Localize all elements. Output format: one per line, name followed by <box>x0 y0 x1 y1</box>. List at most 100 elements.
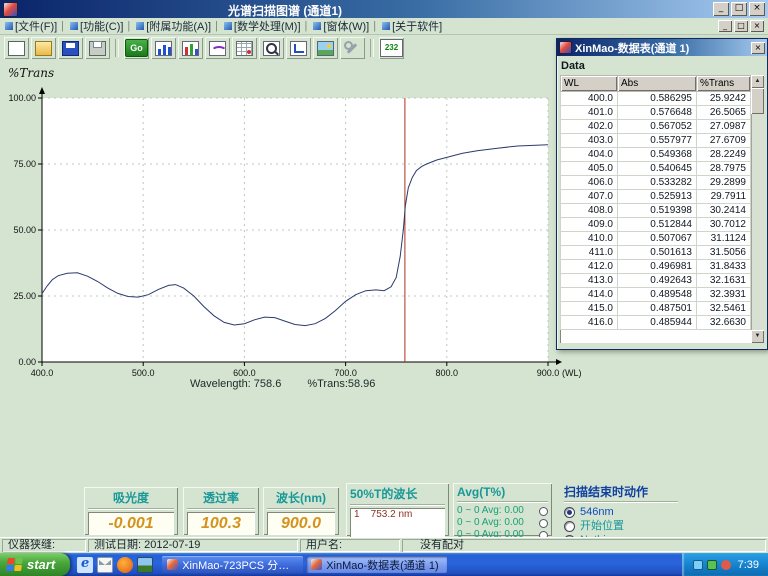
new-document-icon <box>8 41 25 56</box>
toolbar-separator <box>370 39 374 57</box>
mail-icon[interactable] <box>97 557 113 573</box>
table-row[interactable]: 412.00.49698131.8433 <box>561 260 751 274</box>
svg-text:600.0: 600.0 <box>233 368 256 378</box>
table-row[interactable]: 401.00.57664826.5065 <box>561 106 751 120</box>
table-row[interactable]: 416.00.48594432.6630 <box>561 316 751 330</box>
scroll-down-arrow[interactable]: ▼ <box>751 330 764 343</box>
minimize-button[interactable]: _ <box>713 2 729 16</box>
avg-row: 0 ~ 0 Avg: 0.00 <box>457 517 548 529</box>
table-row[interactable]: 414.00.48954832.3931 <box>561 288 751 302</box>
table-row[interactable]: 406.00.53328229.2899 <box>561 176 751 190</box>
print-button[interactable] <box>85 37 110 59</box>
app-icon <box>3 2 18 17</box>
table-row[interactable]: 404.00.54936828.2249 <box>561 148 751 162</box>
svg-text:800.0: 800.0 <box>436 368 459 378</box>
table-row[interactable]: 409.00.51284430.7012 <box>561 218 751 232</box>
antivirus-icon[interactable] <box>707 560 717 570</box>
avg-row: 0 ~ 0 Avg: 0.00 <box>457 505 548 517</box>
end-action-option[interactable]: 546nm <box>564 505 678 519</box>
data-table: WLAbs%Trans 400.00.58629525.9242401.00.5… <box>560 75 751 330</box>
svg-text:0.00: 0.00 <box>18 357 36 367</box>
table-row[interactable]: 410.00.50706731.1124 <box>561 232 751 246</box>
new-file-button[interactable] <box>4 37 29 59</box>
clock: 7:39 <box>738 559 759 571</box>
scrollbar-thumb[interactable] <box>751 88 764 114</box>
save-floppy-icon <box>62 41 79 56</box>
data-grid-icon <box>236 41 253 56</box>
data-grid-button[interactable] <box>232 37 257 59</box>
transmittance-panel: 透过率 100.3 <box>183 487 259 535</box>
avg-radio-icon[interactable] <box>539 507 548 516</box>
menu-item[interactable]: [关于软件] <box>381 18 443 34</box>
data-table-header-row: WLAbs%Trans <box>561 76 751 92</box>
zoom-in-button[interactable] <box>259 37 284 59</box>
table-row[interactable]: 402.00.56705227.0987 <box>561 120 751 134</box>
chart-blue-button[interactable] <box>151 37 176 59</box>
avg-label: Avg(T%) <box>457 485 548 502</box>
open-folder-icon <box>35 41 52 56</box>
scrollbar-track[interactable] <box>751 88 764 330</box>
end-action-label: 扫描结束时动作 <box>564 483 678 502</box>
data-window-titlebar: XinMao-数据表(通道 1) × <box>557 39 767 56</box>
serial-232-button[interactable]: 232 <box>379 37 404 59</box>
table-row[interactable]: 400.00.58629525.9242 <box>561 92 751 106</box>
data-window-close-button[interactable]: × <box>751 42 765 54</box>
svg-text:75.00: 75.00 <box>13 159 36 169</box>
table-row[interactable]: 403.00.55797727.6709 <box>561 134 751 148</box>
table-row[interactable]: 405.00.54064528.7975 <box>561 162 751 176</box>
magnifier-icon <box>263 41 280 56</box>
spectrum-button[interactable] <box>205 37 230 59</box>
svg-text:(WL): (WL) <box>562 368 582 378</box>
radio-icon <box>564 521 575 532</box>
half-t-listbox[interactable]: 1 753.2 nm <box>350 508 445 539</box>
status-bar: 仪器狭缝: 测试日期: 2012-07-19 用户名: 没有配对 <box>0 537 768 553</box>
network-icon[interactable] <box>693 560 703 570</box>
menu-item[interactable]: [数学处理(M)] <box>223 18 312 34</box>
svg-text:25.00: 25.00 <box>13 291 36 301</box>
scroll-up-arrow[interactable]: ▲ <box>751 75 764 88</box>
maximize-button[interactable]: □ <box>731 2 747 16</box>
menu-item[interactable]: [附属功能(A)] <box>135 18 223 34</box>
avg-radio-icon[interactable] <box>539 519 548 528</box>
table-row[interactable]: 407.00.52591329.7911 <box>561 190 751 204</box>
wavelength-panel: 波长(nm) 900.0 <box>263 487 339 535</box>
table-row[interactable]: 413.00.49264332.1631 <box>561 274 751 288</box>
absorbance-panel: 吸光度 -0.001 <box>84 487 178 535</box>
table-row[interactable]: 411.00.50161331.5056 <box>561 246 751 260</box>
taskbar-task[interactable]: XinMao-723PCS 分光... <box>162 556 303 573</box>
taskbar-task[interactable]: XinMao-数据表(通道 1) <box>306 556 447 573</box>
end-action-panel: 扫描结束时动作 546nm开始位置Nothing <box>560 481 682 538</box>
chart-svg[interactable]: 0.0025.0050.0075.00100.00400.0500.0600.0… <box>0 86 640 386</box>
menu-item[interactable]: [功能(C)] <box>69 18 135 34</box>
start-button[interactable]: start <box>0 553 70 576</box>
tools-button[interactable] <box>340 37 365 59</box>
menu-item[interactable]: [窗体(W)] <box>312 18 381 34</box>
mdi-restore-button[interactable]: □ <box>734 20 748 32</box>
mdi-close-button[interactable]: × <box>750 20 764 32</box>
data-table-body: 400.00.58629525.9242401.00.57664826.5065… <box>561 92 751 330</box>
open-file-button[interactable] <box>31 37 56 59</box>
show-desktop-icon[interactable] <box>137 557 153 573</box>
data-table-container: WLAbs%Trans 400.00.58629525.9242401.00.5… <box>560 75 764 343</box>
menu-bar: [文件(F)][功能(C)][附属功能(A)][数学处理(M)][窗体(W)][… <box>0 18 768 35</box>
go-button[interactable]: Go <box>124 37 149 59</box>
axis-scale-icon <box>290 41 307 56</box>
menu-item[interactable]: [文件(F)] <box>4 18 69 34</box>
table-scrollbar[interactable]: ▲ ▼ <box>751 75 764 343</box>
end-action-option[interactable]: 开始位置 <box>564 519 678 533</box>
close-button[interactable]: × <box>749 2 765 16</box>
internet-explorer-icon[interactable] <box>77 557 93 573</box>
mdi-minimize-button[interactable]: _ <box>718 20 732 32</box>
volume-icon[interactable] <box>721 560 731 570</box>
menu-bar-items: [文件(F)][功能(C)][附属功能(A)][数学处理(M)][窗体(W)][… <box>4 18 443 34</box>
svg-text:700.0: 700.0 <box>334 368 357 378</box>
media-player-icon[interactable] <box>117 557 133 573</box>
table-row[interactable]: 408.00.51939830.2414 <box>561 204 751 218</box>
cursor-wavelength-label: Wavelength: 758.6 <box>190 378 281 390</box>
spectrum-curve-icon <box>209 41 226 56</box>
chart-color-button[interactable] <box>178 37 203 59</box>
table-row[interactable]: 415.00.48750132.5461 <box>561 302 751 316</box>
axis-scale-button[interactable] <box>286 37 311 59</box>
image-button[interactable] <box>313 37 338 59</box>
save-button[interactable] <box>58 37 83 59</box>
